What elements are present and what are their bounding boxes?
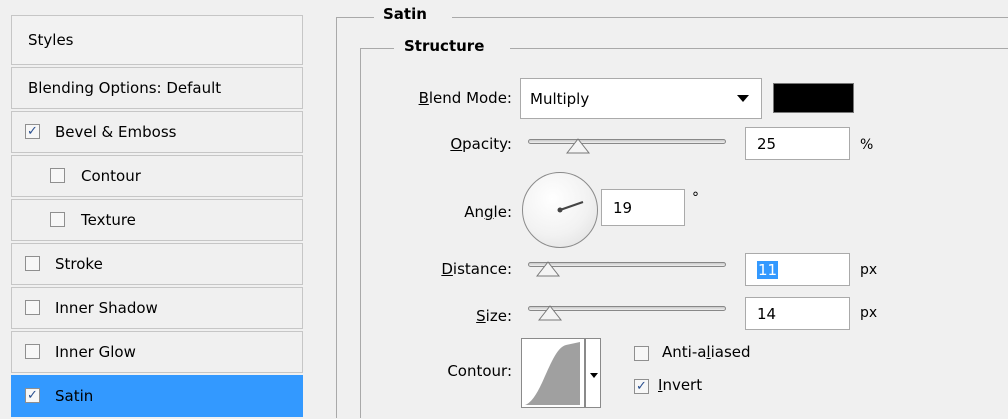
stroke-label: Stroke (55, 255, 103, 273)
inner-shadow-checkbox[interactable] (25, 300, 40, 315)
structure-title: Structure (404, 37, 485, 55)
inner-shadow-label: Inner Shadow (55, 299, 158, 317)
contour-curve-shape (525, 342, 580, 405)
distance-unit: px (860, 262, 878, 278)
style-item-texture[interactable]: Texture (11, 199, 303, 241)
opacity-label: Opacity: (450, 135, 512, 153)
distance-label: Distance: (441, 260, 512, 278)
contour-style-label: Contour (81, 167, 141, 185)
bevel-emboss-label: Bevel & Emboss (55, 123, 177, 141)
blend-mode-label: Blend Mode: (418, 89, 512, 107)
structure-group-border-top (510, 48, 1008, 49)
contour-label: Contour: (447, 362, 512, 380)
chevron-down-icon (737, 95, 749, 102)
anti-aliased-checkbox[interactable] (634, 346, 649, 361)
satin-title: Satin (383, 5, 427, 23)
inner-glow-checkbox[interactable] (25, 344, 40, 359)
styles-header-label: Styles (28, 31, 74, 49)
size-unit: px (860, 305, 878, 321)
satin-group-border-left (336, 17, 374, 18)
style-item-satin[interactable]: Satin (11, 375, 303, 417)
opacity-slider-thumb[interactable] (565, 137, 591, 155)
satin-checkbox[interactable] (25, 388, 40, 403)
angle-dial-needle (557, 201, 584, 213)
distance-value: 11 (757, 260, 779, 279)
texture-checkbox[interactable] (50, 212, 65, 227)
bevel-emboss-checkbox[interactable] (25, 124, 40, 139)
opacity-slider-track[interactable] (528, 139, 726, 144)
satin-group-border-top (452, 17, 1008, 18)
style-item-inner-glow[interactable]: Inner Glow (11, 331, 303, 373)
inner-glow-label: Inner Glow (55, 343, 136, 361)
texture-label: Texture (81, 211, 136, 229)
angle-value: 19 (613, 198, 633, 217)
satin-label: Satin (55, 387, 94, 405)
contour-checkbox[interactable] (50, 168, 65, 183)
blend-mode-select[interactable]: Multiply (520, 78, 762, 119)
blend-mode-value: Multiply (530, 89, 590, 108)
contour-curve-icon[interactable] (521, 338, 585, 408)
contour-dropdown-button[interactable] (585, 338, 601, 408)
angle-dial-icon[interactable] (522, 172, 598, 248)
style-item-bevel-emboss[interactable]: Bevel & Emboss (11, 111, 303, 153)
blending-options-label: Blending Options: Default (28, 79, 222, 97)
style-item-stroke[interactable]: Stroke (11, 243, 303, 285)
stroke-checkbox[interactable] (25, 256, 40, 271)
size-slider-thumb[interactable] (537, 304, 563, 322)
structure-group-border-left (360, 48, 394, 49)
distance-input[interactable]: 11 (745, 253, 850, 286)
opacity-unit: % (860, 137, 874, 153)
opacity-input[interactable]: 25 (745, 127, 850, 160)
size-value: 14 (757, 304, 777, 323)
angle-label: Angle: (464, 203, 512, 221)
satin-color-swatch[interactable] (773, 83, 854, 113)
style-item-contour[interactable]: Contour (11, 155, 303, 197)
invert-checkbox[interactable] (634, 379, 649, 394)
styles-header[interactable]: Styles (11, 15, 303, 65)
distance-slider-thumb[interactable] (535, 260, 561, 278)
blending-options-item[interactable]: Blending Options: Default (11, 67, 303, 109)
invert-label: Invert (658, 376, 703, 394)
opacity-value: 25 (757, 134, 777, 153)
style-item-inner-shadow[interactable]: Inner Shadow (11, 287, 303, 329)
angle-input[interactable]: 19 (601, 189, 685, 226)
size-input[interactable]: 14 (745, 297, 850, 330)
size-label: Size: (476, 307, 512, 325)
anti-aliased-label: Anti-aliased (662, 343, 751, 361)
styles-list: Styles Blending Options: Default Bevel &… (11, 15, 303, 419)
angle-unit: ° (692, 190, 699, 206)
